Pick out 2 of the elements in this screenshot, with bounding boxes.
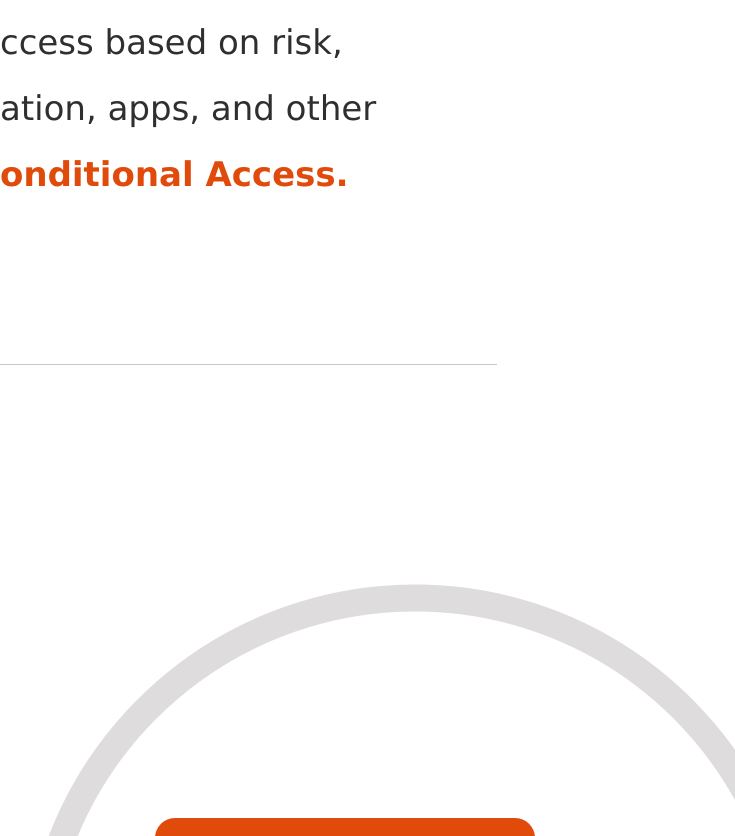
conditional-access-link[interactable]: onditional Access. (0, 155, 349, 195)
body-paragraph: ccess based on risk, ation, apps, and other onditional Access. (0, 22, 378, 197)
